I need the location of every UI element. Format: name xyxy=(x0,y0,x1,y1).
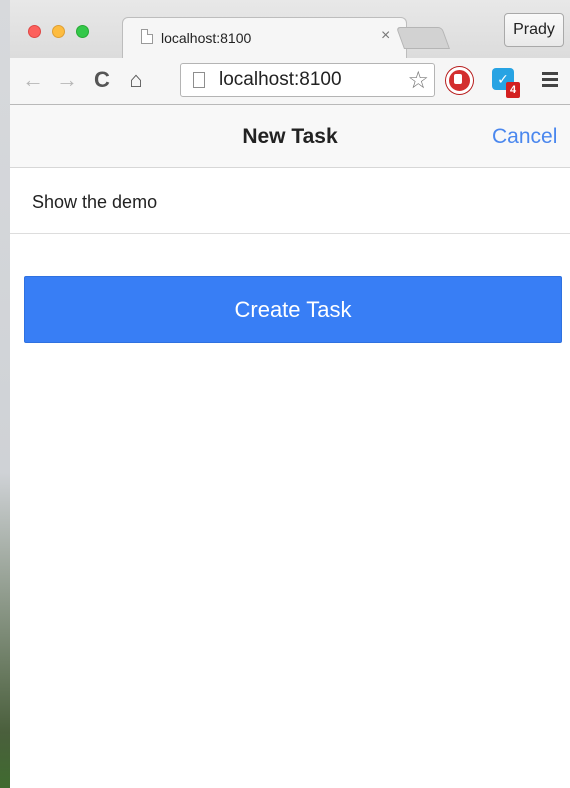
page-icon xyxy=(141,29,153,44)
close-window-icon[interactable] xyxy=(28,25,41,38)
profile-button[interactable]: Prady xyxy=(504,13,564,47)
stop-sign-extension-icon[interactable] xyxy=(446,67,473,94)
page-icon xyxy=(193,72,205,88)
bookmark-star-icon[interactable]: ☆ xyxy=(407,66,429,95)
new-tab-button[interactable] xyxy=(395,27,451,49)
forward-arrow-icon[interactable]: → xyxy=(54,66,80,94)
back-arrow-icon[interactable]: ← xyxy=(20,66,46,94)
reload-icon[interactable]: C xyxy=(89,66,115,94)
address-bar[interactable]: localhost:8100 ☆ xyxy=(180,63,435,97)
browser-window: localhost:8100 × Prady ← → C ⌂ localhost… xyxy=(10,0,570,788)
zoom-window-icon[interactable] xyxy=(76,25,89,38)
extension-badge: 4 xyxy=(506,82,520,98)
task-name-input[interactable] xyxy=(32,192,532,213)
app-header: New Task Cancel xyxy=(10,105,570,168)
page-title: New Task xyxy=(242,125,338,148)
browser-toolbar: ← → C ⌂ localhost:8100 ☆ ✓ 4 xyxy=(10,58,570,105)
browser-tab[interactable]: localhost:8100 × xyxy=(122,17,407,58)
create-task-button[interactable]: Create Task xyxy=(24,276,562,343)
desktop-background xyxy=(0,0,10,788)
url-text[interactable]: localhost:8100 xyxy=(219,69,342,91)
menu-icon[interactable] xyxy=(540,69,560,89)
title-bar: localhost:8100 × Prady xyxy=(10,0,570,59)
cancel-button[interactable]: Cancel xyxy=(492,125,557,149)
minimize-window-icon[interactable] xyxy=(52,25,65,38)
home-icon[interactable]: ⌂ xyxy=(123,66,149,94)
task-input-row xyxy=(10,170,570,234)
tab-close-icon[interactable]: × xyxy=(381,27,390,45)
tab-title: localhost:8100 xyxy=(161,30,252,46)
